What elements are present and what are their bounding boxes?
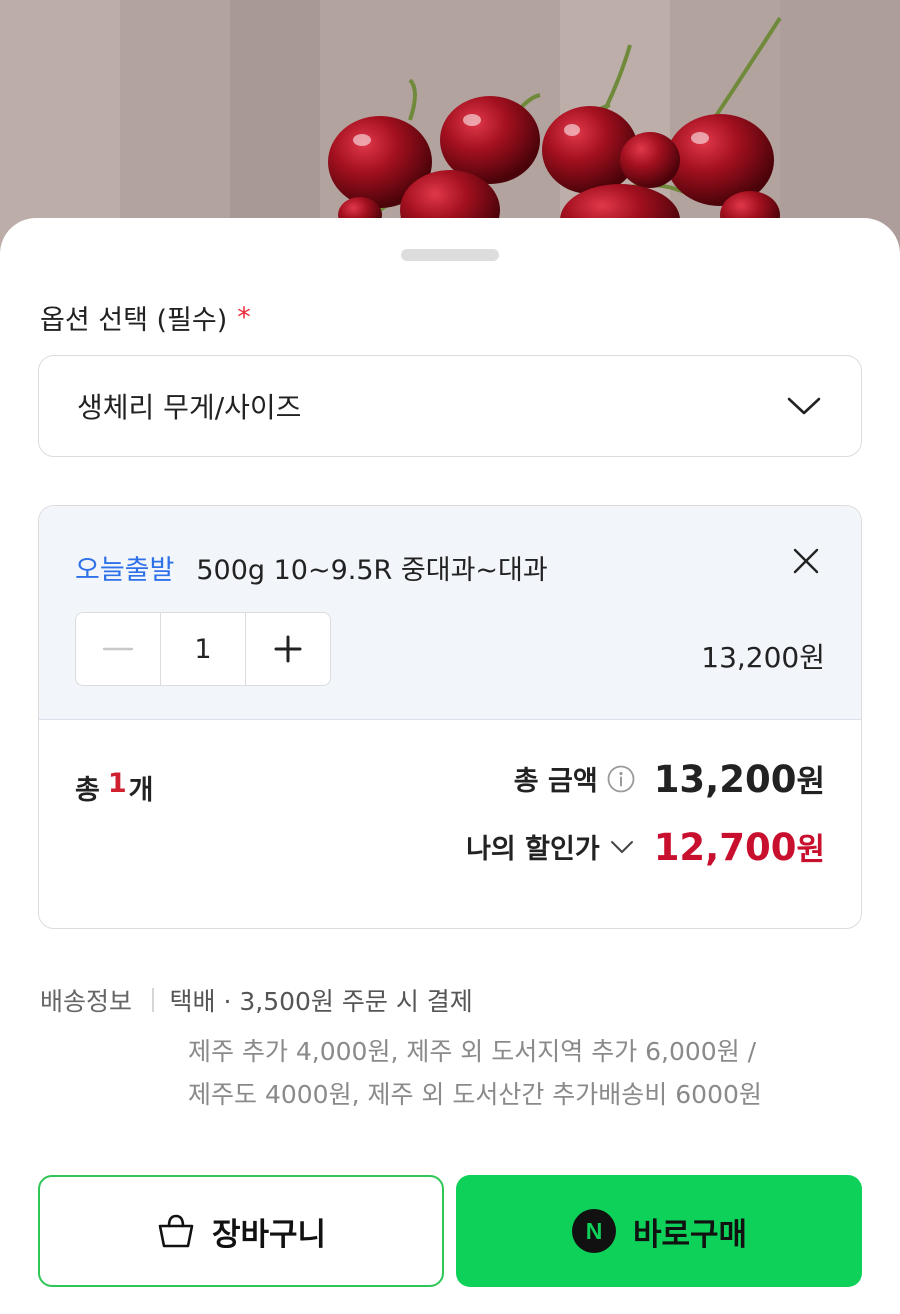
total-suffix: 개 [128, 775, 154, 806]
total-amount-unit: 원 [796, 764, 825, 800]
discount-price-label: 나의 할인가 [466, 834, 600, 865]
increase-quantity-button[interactable] [246, 613, 330, 685]
today-shipping-badge: 오늘출발 [75, 555, 175, 586]
total-amount-value: 13,200원 [654, 756, 825, 801]
quantity-value[interactable]: 1 [160, 613, 246, 685]
decrease-quantity-button[interactable] [76, 613, 160, 685]
delivery-note-line-2: 제주도 4000원, 제주 외 도서산간 추가배송비 6000원 [188, 1080, 762, 1109]
npay-letter: N [586, 1218, 603, 1244]
option-section-title: 옵션 선택 (필수) * [40, 298, 251, 337]
cart-button-label: 장바구니 [211, 1216, 327, 1253]
discount-price-value: 12,700원 [654, 824, 825, 869]
option-bottom-sheet: 옵션 선택 (필수) * 생체리 무게/사이즈 오늘출발 500g 10~9.5… [0, 218, 900, 1314]
option-select-dropdown[interactable]: 생체리 무게/사이즈 [38, 355, 862, 457]
required-mark: * [237, 302, 251, 333]
total-amount-row: 총 금액 13,200원 [514, 756, 825, 801]
delivery-info-header: 배송정보 택배 · 3,500원 주문 시 결제 [40, 982, 870, 1018]
delivery-divider [152, 988, 154, 1012]
total-prefix: 총 [75, 775, 100, 806]
chevron-down-icon [610, 840, 633, 853]
discount-amount-number: 12,700 [653, 826, 797, 869]
total-amount-number: 13,200 [653, 758, 797, 801]
chevron-down-icon [787, 397, 821, 415]
total-amount-label: 총 금액 [513, 766, 598, 797]
selected-option-card: 오늘출발 500g 10~9.5R 중대과~대과 1 13,200원 총 1 개… [38, 505, 862, 929]
option-price: 13,200원 [701, 641, 825, 674]
add-to-cart-button[interactable]: 장바구니 [38, 1175, 444, 1287]
selected-option-title: 오늘출발 500g 10~9.5R 중대과~대과 [75, 548, 548, 587]
delivery-method: 택배 · 3,500원 주문 시 결제 [169, 987, 473, 1016]
shopping-basket-icon [158, 1214, 194, 1248]
close-icon[interactable] [791, 546, 821, 576]
plus-icon [274, 635, 302, 663]
buy-now-button[interactable]: N 바로구매 [456, 1175, 862, 1287]
minus-icon [103, 647, 134, 651]
option-select-value: 생체리 무게/사이즈 [77, 391, 302, 424]
delivery-info: 배송정보 택배 · 3,500원 주문 시 결제 제주 추가 4,000원, 제… [40, 982, 870, 1116]
delivery-extra-fee-note: 제주 추가 4,000원, 제주 외 도서지역 추가 6,000원 / 제주도 … [188, 1030, 870, 1116]
selected-option-name: 500g 10~9.5R 중대과~대과 [196, 555, 548, 586]
quantity-stepper: 1 [75, 612, 331, 686]
delivery-note-line-1: 제주 추가 4,000원, 제주 외 도서지역 추가 6,000원 / [188, 1037, 757, 1066]
total-quantity: 총 1 개 [75, 768, 153, 807]
total-count: 1 [107, 768, 127, 799]
buy-button-label: 바로구매 [632, 1216, 748, 1253]
naver-pay-n-icon: N [571, 1209, 616, 1253]
my-discount-price-row[interactable]: 나의 할인가 12,700원 [466, 824, 825, 869]
discount-amount-unit: 원 [796, 832, 825, 868]
option-title-text: 옵션 선택 (필수) [40, 305, 228, 336]
selected-option-header: 오늘출발 500g 10~9.5R 중대과~대과 1 13,200원 [39, 506, 861, 720]
sheet-drag-handle[interactable] [401, 249, 499, 261]
delivery-info-label: 배송정보 [40, 987, 133, 1016]
info-icon[interactable] [606, 764, 636, 794]
